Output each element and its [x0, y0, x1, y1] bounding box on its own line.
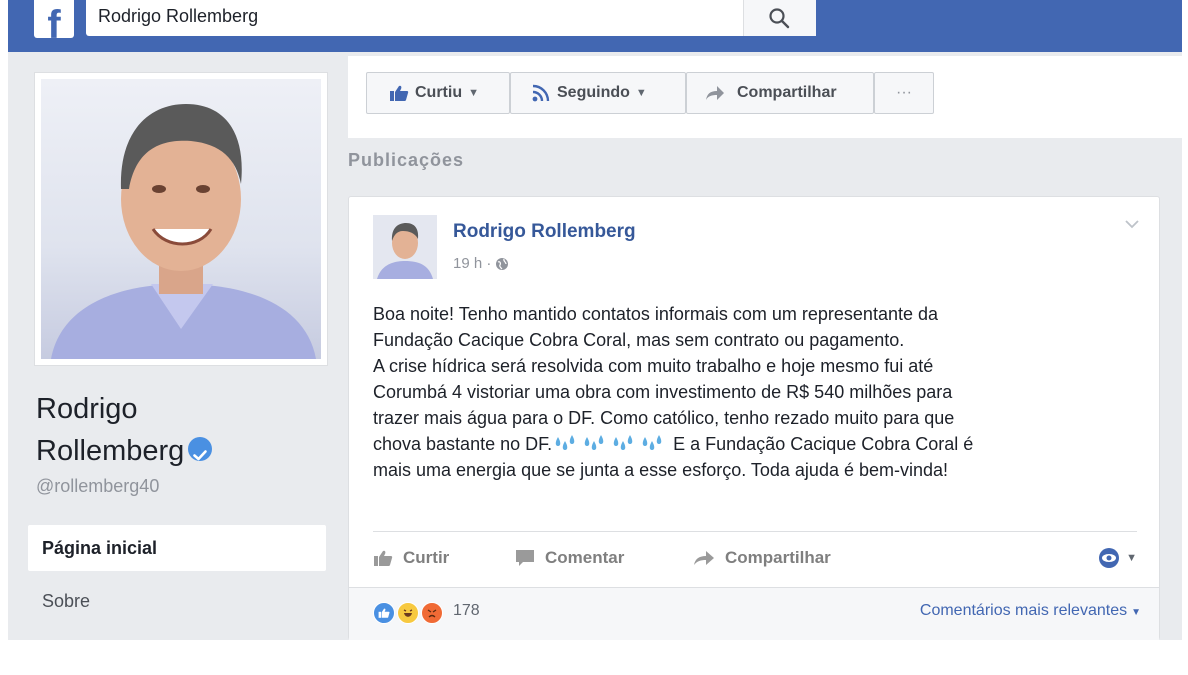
- verified-badge-icon: [188, 437, 213, 462]
- search-input[interactable]: [98, 0, 738, 32]
- comment-sort-label: Comentários mais relevantes: [919, 602, 1128, 619]
- chevron-down-icon: ▼: [1131, 607, 1141, 618]
- post-text-line: trazer mais água para o DF. Como católic…: [373, 408, 955, 428]
- share-arrow-icon: [694, 551, 714, 565]
- more-options-button[interactable]: ···: [874, 72, 934, 114]
- like-reaction-icon: [373, 602, 395, 624]
- post-options-chevron-icon[interactable]: [1123, 215, 1141, 233]
- search-box[interactable]: [86, 0, 816, 36]
- top-navigation-bar: f: [8, 0, 1182, 52]
- page-handle[interactable]: @rollemberg40: [36, 476, 159, 497]
- author-avatar[interactable]: [373, 215, 437, 279]
- nav-item-home-label: Página inicial: [42, 538, 158, 558]
- section-title-posts: Publicações: [348, 150, 465, 170]
- page-name: Rodrigo Rollemberg: [36, 388, 336, 472]
- search-button[interactable]: [743, 0, 816, 36]
- profile-picture[interactable]: [34, 72, 328, 366]
- post-text-line: Fundação Cacique Cobra Coral, mas sem co…: [373, 330, 905, 350]
- post-text-line: A crise hídrica será resolvida com muito…: [373, 356, 934, 376]
- facebook-logo[interactable]: f: [34, 0, 74, 38]
- post-timestamp[interactable]: 19 h ·: [453, 255, 491, 272]
- comment-button[interactable]: Comentar: [515, 543, 624, 573]
- angry-reaction-icon: [421, 602, 443, 624]
- post-divider: [373, 531, 1137, 532]
- rss-feed-icon: [532, 84, 550, 102]
- search-icon: [769, 8, 790, 29]
- post-text-line: mais uma energia que se junta a esse esf…: [373, 460, 949, 480]
- post-meta: 19 h ·: [453, 255, 509, 272]
- like-button[interactable]: Curtir: [373, 543, 449, 573]
- sweat-droplets-emoji-icon: [552, 434, 668, 454]
- post-text-line-with-emoji: chova bastante no DF. E a Fundação Caciq…: [373, 431, 1113, 457]
- chevron-down-icon: ▼: [635, 87, 647, 99]
- post-text-line: Boa noite! Tenho mantido contatos inform…: [373, 304, 938, 324]
- post-card: Rodrigo Rollemberg 19 h · Boa noite! Ten…: [348, 196, 1160, 640]
- thumbs-up-icon: [390, 85, 409, 101]
- audience-selector[interactable]: ▼: [1098, 543, 1137, 573]
- globe-icon: [496, 257, 509, 270]
- facebook-page: f Rodrigo Rollemberg Rodrigo Rollemberg …: [8, 0, 1182, 640]
- page-action-bar: Curtiu ▼ Seguindo ▼ Compartilhar ···: [348, 56, 1182, 138]
- liked-button[interactable]: Curtiu ▼: [366, 72, 510, 114]
- chevron-down-icon: ▼: [468, 87, 479, 99]
- reactions-bar: 178 Comentários mais relevantes ▼: [349, 587, 1159, 640]
- comment-bubble-icon: [516, 550, 534, 566]
- following-label: Seguindo: [557, 84, 630, 101]
- nav-item-about[interactable]: Sobre: [42, 591, 90, 612]
- share-page-label: Compartilhar: [737, 84, 837, 101]
- post-text: Boa noite! Tenho mantido contatos inform…: [373, 301, 1113, 483]
- thumbs-up-icon: [374, 550, 393, 566]
- page-name-line2-wrap: Rollemberg: [36, 430, 336, 472]
- haha-reaction-icon: [397, 602, 419, 624]
- share-label: Compartilhar: [725, 548, 831, 567]
- reaction-icons[interactable]: [373, 602, 445, 624]
- post-author[interactable]: Rodrigo Rollemberg: [453, 221, 636, 243]
- share-page-button[interactable]: Compartilhar: [686, 72, 874, 114]
- nav-item-home[interactable]: Página inicial: [28, 525, 326, 571]
- following-button[interactable]: Seguindo ▼: [510, 72, 686, 114]
- page-name-line1: Rodrigo: [36, 393, 138, 425]
- post-text-segment: chova bastante no DF.: [373, 434, 553, 454]
- chevron-down-icon: ▼: [1126, 552, 1137, 564]
- like-label: Curtir: [403, 548, 450, 567]
- liked-label: Curtiu: [415, 84, 463, 101]
- reactions-count[interactable]: 178: [453, 602, 480, 620]
- post-text-line: Corumbá 4 vistoriar uma obra com investi…: [373, 382, 953, 402]
- page-name-line2: Rollemberg: [36, 435, 185, 467]
- profile-photo: [41, 79, 321, 359]
- share-arrow-icon: [706, 86, 724, 100]
- share-button[interactable]: Compartilhar: [693, 543, 831, 573]
- comment-sort-dropdown[interactable]: Comentários mais relevantes ▼: [920, 602, 1141, 620]
- comment-label: Comentar: [545, 548, 625, 567]
- post-text-segment: E a Fundação Cacique Cobra Coral é: [668, 434, 974, 454]
- eye-icon: [1099, 548, 1120, 568]
